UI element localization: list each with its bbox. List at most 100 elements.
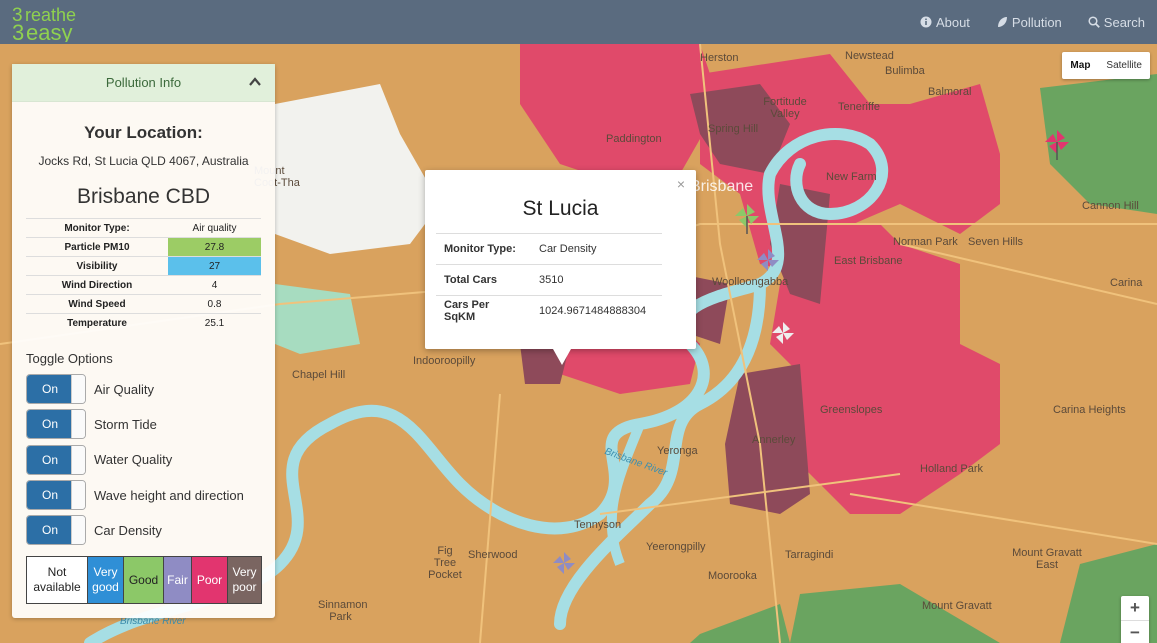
map-label: Teneriffe [838,101,880,113]
reading-key: Wind Speed [26,294,168,314]
panel-header[interactable]: Pollution Info [12,64,275,102]
toggle-knob[interactable] [71,481,85,510]
nav-search-label: Search [1103,14,1145,30]
toggle-switch[interactable]: On [26,444,86,475]
info-window-pointer [553,349,571,365]
leaf-icon [997,17,1007,27]
toggle-row: On Air Quality [26,372,275,407]
info-key: Total Cars [436,264,531,296]
nav-pollution-label: Pollution [1011,14,1062,30]
svg-text:easy: easy [26,20,72,42]
reading-key: Particle PM10 [26,237,168,257]
reading-row: Visibility 27 [26,256,261,276]
reading-row: Particle PM10 27.8 [26,237,261,257]
legend-item: Very good [88,557,124,603]
breathe-easy-logo[interactable]: 3 reathe 3 easy [12,4,102,42]
reading-key: Wind Direction [26,275,168,295]
map-label: Cannon Hill [1082,200,1139,212]
info-value: 1024.9671484888304 [531,295,662,327]
toggle-state: On [27,375,73,404]
map-label: Yeerongpilly [646,541,706,553]
pinwheel-marker-na[interactable] [772,322,794,348]
map-label: Fortitude Valley [763,96,807,120]
station-name: Brisbane CBD [76,185,211,208]
your-location-address: Jocks Rd, St Lucia QLD 4067, Australia [38,154,249,168]
legend-item: Good [124,557,164,603]
toggle-switch[interactable]: On [26,409,86,440]
reading-key: Monitor Type: [26,218,168,238]
zoom-control: + − [1121,596,1149,643]
map-label: East Brisbane [834,255,903,267]
map-label: New Farm [826,171,877,183]
nav-search[interactable]: Search [1088,15,1145,30]
info-row: Total Cars 3510 [436,264,662,296]
toggle-row: On Water Quality [26,442,275,477]
toggle-knob[interactable] [71,516,85,545]
reading-value: 0.8 [168,294,261,314]
toggle-switch[interactable]: On [26,515,86,546]
toggle-label: Air Quality [94,381,154,397]
map-label: Tennyson [574,519,622,531]
pinwheel-marker-good[interactable] [735,204,759,234]
toggle-state: On [27,445,73,474]
your-location-heading: Your Location: [84,123,203,142]
pollution-info-panel: Pollution Info Your Location: Jocks Rd, … [12,64,275,618]
map-label: Paddington [606,133,662,145]
map-label: Brisbane [690,178,754,195]
toggle-state: On [27,410,73,439]
legend-item: Very poor [228,557,261,603]
nav-pollution[interactable]: Pollution [996,15,1062,30]
zoom-in-button[interactable]: + [1121,596,1149,620]
legend-item: Poor [192,557,228,603]
map-label: Moorooka [708,570,757,582]
info-value: 3510 [531,264,662,296]
reading-key: Temperature [26,313,168,333]
map-label: Newstead [845,50,894,62]
toggle-label: Storm Tide [94,416,157,432]
map-label: Bulimba [885,65,925,77]
top-navbar: 3 reathe 3 easy About Pollution Search [0,0,1157,44]
toggle-knob[interactable] [71,375,85,404]
reading-value: 4 [168,275,261,295]
map-type-map-button[interactable]: Map [1062,52,1098,79]
map-label: Greenslopes [820,404,883,416]
info-window-title: St Lucia [522,197,599,220]
legend-item: Fair [164,557,192,603]
info-circle-icon [920,16,932,28]
map-label: Mount Gravatt [922,600,992,612]
toggle-knob[interactable] [71,445,85,474]
map-label: Annerley [752,434,796,446]
toggle-switch[interactable]: On [26,374,86,405]
map-label: Tarragindi [785,549,834,561]
reading-value: 27 [168,256,261,276]
reading-value: 27.8 [168,237,261,257]
info-row: Monitor Type: Car Density [436,233,662,265]
close-icon[interactable]: × [677,176,685,192]
pinwheel-marker-fair[interactable] [757,249,779,275]
chevron-up-icon[interactable] [249,76,261,88]
map-type-satellite-button[interactable]: Satellite [1098,52,1150,79]
map-label: Herston [700,52,739,64]
pinwheel-marker-fair[interactable] [553,552,575,578]
map-type-control: Map Satellite [1062,52,1150,79]
nav-about-label: About [935,14,970,30]
toggle-label: Wave height and direction [94,487,244,503]
toggle-switch[interactable]: On [26,480,86,511]
info-window-table: Monitor Type: Car Density Total Cars 3510 Ca… [436,233,662,327]
toggle-label: Water Quality [94,452,173,468]
reading-value: 25.1 [168,313,261,333]
panel-title: Pollution Info [105,75,182,90]
toggle-knob[interactable] [71,410,85,439]
toggle-state: On [27,481,73,510]
map-label: Seven Hills [968,236,1024,248]
info-value: Car Density [531,233,662,265]
map-label: Yeronga [657,445,698,457]
zoom-out-button[interactable]: − [1121,621,1149,643]
pinwheel-marker-poor[interactable] [1045,130,1069,160]
info-window: × St Lucia Monitor Type: Car Density Total… [425,170,696,365]
info-key: Monitor Type: [436,233,531,265]
map-label: Chapel Hill [292,369,346,381]
map-label: Mount Gravatt East [1012,547,1082,571]
map-label: Holland Park [920,463,983,475]
nav-about[interactable]: About [920,15,970,30]
